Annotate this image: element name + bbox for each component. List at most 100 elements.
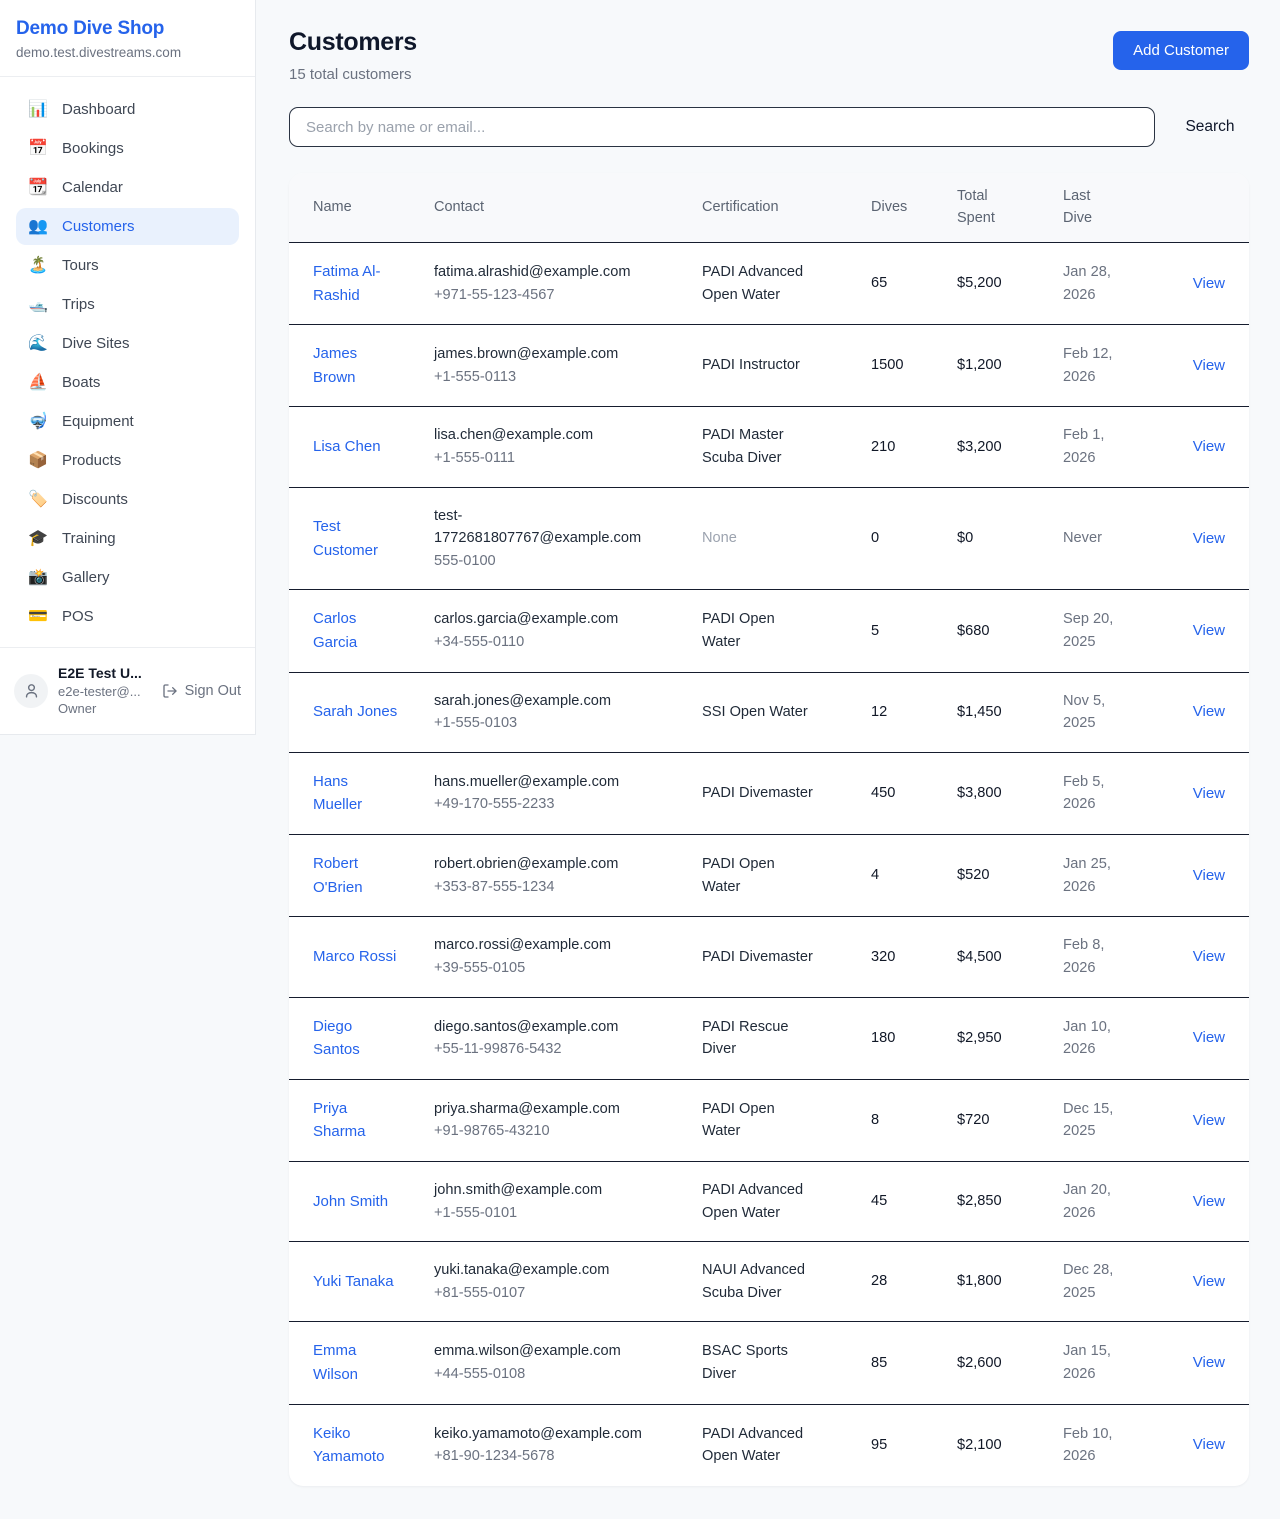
sidebar-item-label: Calendar bbox=[62, 179, 123, 196]
customer-total-spent: $0 bbox=[957, 487, 1063, 590]
customer-phone: +55-11-99876-5432 bbox=[434, 1038, 662, 1061]
customer-name-link[interactable]: Marco Rossi bbox=[313, 948, 396, 965]
customer-phone: +1-555-0111 bbox=[434, 447, 662, 470]
customer-name-link[interactable]: Diego Santos bbox=[313, 1018, 360, 1059]
customer-dives: 12 bbox=[871, 672, 957, 752]
sidebar-item-label: Boats bbox=[62, 374, 100, 391]
customer-certification: PADI Open Water bbox=[702, 835, 871, 917]
people-icon: 👥 bbox=[28, 219, 48, 235]
sidebar-item-trips[interactable]: 🛥️ Trips bbox=[16, 286, 239, 323]
view-customer-link[interactable]: View bbox=[1193, 1112, 1225, 1129]
page-title: Customers bbox=[289, 28, 417, 57]
customer-email: marco.rossi@example.com bbox=[434, 934, 662, 957]
customer-name-link[interactable]: Yuki Tanaka bbox=[313, 1273, 394, 1290]
sidebar-item-pos[interactable]: 💳 POS bbox=[16, 598, 239, 635]
customer-certification: None bbox=[702, 487, 871, 590]
sidebar-item-products[interactable]: 📦 Products bbox=[16, 442, 239, 479]
tear-off-calendar-icon: 📆 bbox=[28, 180, 48, 196]
view-customer-link[interactable]: View bbox=[1193, 622, 1225, 639]
customer-dives: 85 bbox=[871, 1322, 957, 1404]
total-customers-count: 15 total customers bbox=[289, 66, 417, 83]
customer-name-link[interactable]: James Brown bbox=[313, 345, 357, 386]
view-customer-link[interactable]: View bbox=[1193, 1193, 1225, 1210]
sidebar-item-bookings[interactable]: 📅 Bookings bbox=[16, 130, 239, 167]
customer-total-spent: $5,200 bbox=[957, 242, 1063, 324]
sidebar-item-calendar[interactable]: 📆 Calendar bbox=[16, 169, 239, 206]
column-header-actions bbox=[1170, 173, 1249, 242]
customers-table: Name Contact Certification Dives Total S… bbox=[289, 173, 1249, 1486]
sidebar-item-dashboard[interactable]: 📊 Dashboard bbox=[16, 91, 239, 128]
customer-last-dive: Feb 8, 2026 bbox=[1063, 917, 1170, 997]
view-customer-link[interactable]: View bbox=[1193, 1273, 1225, 1290]
view-customer-link[interactable]: View bbox=[1193, 703, 1225, 720]
motor-boat-icon: 🛥️ bbox=[28, 297, 48, 313]
customer-email: emma.wilson@example.com bbox=[434, 1340, 662, 1363]
customer-email: sarah.jones@example.com bbox=[434, 690, 662, 713]
customer-certification: PADI Instructor bbox=[702, 325, 871, 407]
diving-mask-icon: 🤿 bbox=[28, 414, 48, 430]
brand-block: Demo Dive Shop demo.test.divestreams.com bbox=[0, 0, 255, 77]
view-customer-link[interactable]: View bbox=[1193, 948, 1225, 965]
sidebar-item-boats[interactable]: ⛵ Boats bbox=[16, 364, 239, 401]
view-customer-link[interactable]: View bbox=[1193, 785, 1225, 802]
view-customer-link[interactable]: View bbox=[1193, 357, 1225, 374]
user-info: E2E Test U... e2e-tester@... Owner bbox=[58, 664, 142, 718]
view-customer-link[interactable]: View bbox=[1193, 438, 1225, 455]
view-customer-link[interactable]: View bbox=[1193, 1029, 1225, 1046]
customer-phone: +44-555-0108 bbox=[434, 1363, 662, 1386]
customer-last-dive: Feb 12, 2026 bbox=[1063, 325, 1170, 407]
customer-name-link[interactable]: Lisa Chen bbox=[313, 438, 381, 455]
sidebar-item-training[interactable]: 🎓 Training bbox=[16, 520, 239, 557]
view-customer-link[interactable]: View bbox=[1193, 530, 1225, 547]
customer-total-spent: $1,450 bbox=[957, 672, 1063, 752]
customer-total-spent: $680 bbox=[957, 590, 1063, 672]
customer-last-dive: Never bbox=[1063, 487, 1170, 590]
customer-total-spent: $3,200 bbox=[957, 407, 1063, 487]
customer-name-link[interactable]: Emma Wilson bbox=[313, 1342, 358, 1383]
sign-out-button[interactable]: Sign Out bbox=[162, 683, 241, 699]
view-customer-link[interactable]: View bbox=[1193, 275, 1225, 292]
customer-name-link[interactable]: John Smith bbox=[313, 1193, 388, 1210]
sidebar-nav: 📊 Dashboard 📅 Bookings 📆 Calendar 👥 Cust… bbox=[0, 77, 255, 647]
sidebar-item-gallery[interactable]: 📸 Gallery bbox=[16, 559, 239, 596]
customer-phone: +39-555-0105 bbox=[434, 957, 662, 980]
customer-row: Lisa Chen lisa.chen@example.com +1-555-0… bbox=[289, 407, 1249, 487]
view-customer-link[interactable]: View bbox=[1193, 1436, 1225, 1453]
sidebar-item-equipment[interactable]: 🤿 Equipment bbox=[16, 403, 239, 440]
add-customer-button[interactable]: Add Customer bbox=[1113, 31, 1249, 70]
view-customer-link[interactable]: View bbox=[1193, 867, 1225, 884]
sidebar-item-customers[interactable]: 👥 Customers bbox=[16, 208, 239, 245]
customer-name-link[interactable]: Priya Sharma bbox=[313, 1100, 366, 1141]
user-block: E2E Test U... e2e-tester@... Owner Sign … bbox=[0, 647, 255, 734]
customer-dives: 8 bbox=[871, 1079, 957, 1161]
sidebar-item-tours[interactable]: 🏝️ Tours bbox=[16, 247, 239, 284]
customer-name-link[interactable]: Hans Mueller bbox=[313, 773, 362, 814]
customer-phone: +91-98765-43210 bbox=[434, 1120, 662, 1143]
customer-email: robert.obrien@example.com bbox=[434, 853, 662, 876]
customer-row: James Brown james.brown@example.com +1-5… bbox=[289, 325, 1249, 407]
customer-total-spent: $720 bbox=[957, 1079, 1063, 1161]
sidebar-item-label: Bookings bbox=[62, 140, 124, 157]
search-input[interactable] bbox=[289, 107, 1155, 147]
sidebar-item-discounts[interactable]: 🏷️ Discounts bbox=[16, 481, 239, 518]
view-customer-link[interactable]: View bbox=[1193, 1354, 1225, 1371]
customer-name-link[interactable]: Keiko Yamamoto bbox=[313, 1425, 384, 1466]
customer-row: Diego Santos diego.santos@example.com +5… bbox=[289, 997, 1249, 1079]
customer-last-dive: Jan 15, 2026 bbox=[1063, 1322, 1170, 1404]
customer-certification: NAUI Advanced Scuba Diver bbox=[702, 1242, 871, 1322]
customer-name-link[interactable]: Sarah Jones bbox=[313, 703, 397, 720]
customer-name-link[interactable]: Carlos Garcia bbox=[313, 610, 357, 651]
customer-name-link[interactable]: Fatima Al-Rashid bbox=[313, 263, 381, 304]
search-button[interactable]: Search bbox=[1171, 118, 1249, 136]
customer-certification: PADI Divemaster bbox=[702, 917, 871, 997]
customer-row: Emma Wilson emma.wilson@example.com +44-… bbox=[289, 1322, 1249, 1404]
customer-dives: 28 bbox=[871, 1242, 957, 1322]
customer-name-link[interactable]: Robert O'Brien bbox=[313, 855, 363, 896]
customer-last-dive: Nov 5, 2025 bbox=[1063, 672, 1170, 752]
sidebar-item-label: Gallery bbox=[62, 569, 110, 586]
customer-row: Robert O'Brien robert.obrien@example.com… bbox=[289, 835, 1249, 917]
sidebar-item-label: Products bbox=[62, 452, 121, 469]
sidebar-item-dive-sites[interactable]: 🌊 Dive Sites bbox=[16, 325, 239, 362]
customer-name-link[interactable]: Test Customer bbox=[313, 518, 378, 559]
column-header-certification: Certification bbox=[702, 173, 871, 242]
